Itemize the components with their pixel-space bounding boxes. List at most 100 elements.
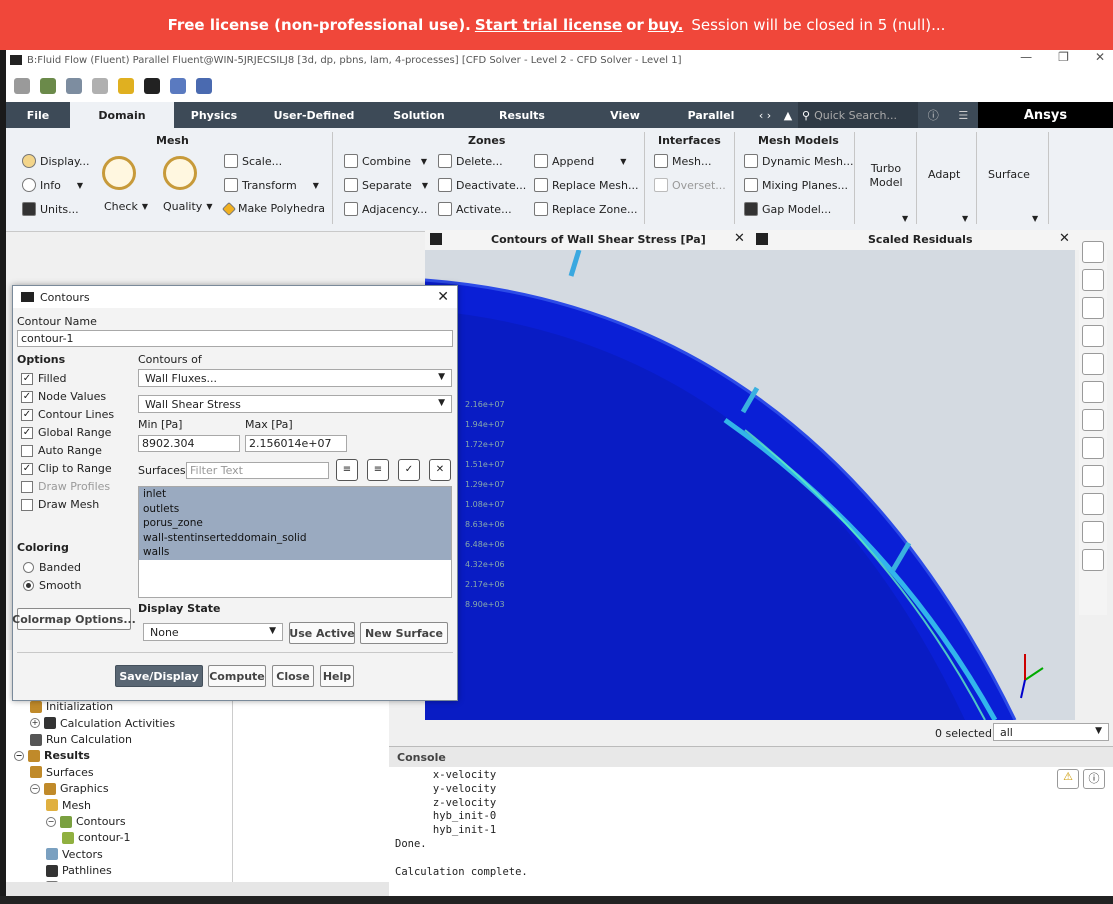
select-icon[interactable] [1082,549,1104,571]
option-global-range-checkbox[interactable]: ✓ Global Range [21,426,111,439]
checkbox-box[interactable]: ✓ [21,390,33,403]
quick-search-input[interactable]: Quick Search... [814,109,897,122]
tree-node-contours[interactable]: − Contours [46,815,126,828]
info-circle-icon[interactable]: ⓘ [928,107,939,123]
adapt-button[interactable]: Adapt [928,168,960,181]
collapse-ribbon-icon[interactable]: ▲ [778,102,798,128]
checkbox-box[interactable] [21,444,33,457]
tree-node-mesh[interactable]: Mesh [46,799,91,812]
read-icon[interactable] [40,78,56,94]
use-active-button[interactable]: Use Active [289,622,355,644]
replace-mesh-button[interactable]: Replace Mesh... [534,178,638,192]
delete-zone-button[interactable]: Delete... [438,154,503,168]
new-surface-button[interactable]: New Surface [360,622,448,644]
surface-dropdown-icon[interactable]: ▼ [1032,214,1038,223]
checkbox-box[interactable]: ✓ [21,372,33,385]
tab-domain[interactable]: Domain [70,102,174,128]
checkbox-box[interactable]: ✓ [21,408,33,421]
quick-search[interactable]: ⚲ Quick Search... [798,102,918,128]
tree-node-run-calculation[interactable]: Run Calculation [30,733,132,746]
append-button[interactable]: Append ▼ [534,154,626,168]
interfaces-mesh-button[interactable]: Mesh... [654,154,711,168]
checkbox-box[interactable]: ✓ [21,462,33,475]
tree-node-pathlines[interactable]: Pathlines [46,864,112,877]
option-contour-lines-checkbox[interactable]: ✓ Contour Lines [21,408,114,421]
axes-icon[interactable] [1082,409,1104,431]
deselect-surfaces-icon[interactable]: ✕ [429,459,451,481]
select-all-surfaces-icon[interactable]: ≡ [336,459,358,481]
tab-scaled-residuals[interactable]: Scaled Residuals [868,233,973,246]
tree-node-initialization[interactable]: Initialization [30,700,113,713]
compute-button[interactable]: Compute [208,665,266,687]
notes-icon[interactable]: ☰ [958,109,968,122]
surface-list-item[interactable]: walls [139,545,451,560]
tab-contours-wall-shear[interactable]: Contours of Wall Shear Stress [Pa] [491,233,706,246]
tab-parallel[interactable]: Parallel [670,102,752,128]
console-output[interactable]: x-velocity y-velocity z-velocity hyb_ini… [389,767,1113,881]
coloring-smooth-radio[interactable]: Smooth [23,579,81,592]
contour-name-field[interactable]: contour-1 [17,330,453,347]
buy-link[interactable]: buy. [648,16,684,34]
tab-solution[interactable]: Solution [374,102,464,128]
pan-view-icon[interactable] [1082,269,1104,291]
start-trial-link[interactable]: Start trial license [475,16,622,34]
tab-physics[interactable]: Physics [174,102,254,128]
replace-zone-button[interactable]: Replace Zone... [534,202,638,216]
mesh-scale-button[interactable]: Scale... [224,154,282,168]
contours-of-variable-dropdown[interactable]: Wall Shear Stress ▼ [138,395,452,413]
surface-button[interactable]: Surface [988,168,1030,181]
surface-list-item[interactable]: porus_zone [139,516,451,531]
min-value-field[interactable]: 8902.304 [138,435,240,452]
checkbox-box[interactable] [21,480,33,493]
tab-view[interactable]: View [580,102,670,128]
list-surfaces-icon[interactable]: ≡ [367,459,389,481]
rotate-view-icon[interactable] [1082,241,1104,263]
dynamic-mesh-button[interactable]: Dynamic Mesh... [744,154,853,168]
surfaces-list[interactable]: inlet outlets porus_zone wall-stentinserted… [138,486,452,598]
tab-file[interactable]: File [6,102,70,128]
activate-button[interactable]: Activate... [438,202,512,216]
tree-node-calculation-activities[interactable]: + Calculation Activities [30,717,175,730]
gap-model-button[interactable]: Gap Model... [744,202,831,216]
moe-icon[interactable] [196,78,212,94]
tab-results[interactable]: Results [464,102,580,128]
coloring-banded-radio[interactable]: Banded [23,561,81,574]
restore-button[interactable]: ❐ [1058,50,1069,64]
surface-list-item[interactable]: wall-stentinserteddomain_solid [139,530,451,546]
colormap-options-button[interactable]: Colormap Options... [12,608,136,630]
tree-node-results[interactable]: − Results [14,749,90,762]
option-filled-checkbox[interactable]: ✓ Filled [21,372,66,385]
graphics-viewport[interactable]: 2.16e+07 1.94e+07 1.72e+07 1.51e+07 1.29e+07… [425,250,1075,720]
annotate-icon[interactable] [1082,465,1104,487]
option-draw-profiles-checkbox[interactable]: Draw Profiles [21,480,110,493]
tab-user-defined[interactable]: User-Defined [254,102,374,128]
dialog-close-icon[interactable]: ✕ [437,289,449,305]
hide-eye-icon[interactable] [1082,353,1104,375]
copy-icon[interactable] [1082,521,1104,543]
turbo-model-button[interactable]: Turbo Model [866,162,906,190]
open-icon[interactable] [14,78,30,94]
mesh-info-button[interactable]: Info ▼ [22,178,83,192]
parameters-icon[interactable] [170,78,186,94]
radio-circle[interactable] [23,580,34,591]
help-button[interactable]: Help [320,665,354,687]
zoom-view-icon[interactable] [1082,297,1104,319]
adjacency-button[interactable]: Adjacency... [344,202,427,216]
adapt-dropdown-icon[interactable]: ▼ [962,214,968,223]
info-icon[interactable]: ⓘ [1083,769,1105,789]
ribbon-nav-arrows[interactable]: ‹ › [752,102,778,128]
collapse-icon[interactable]: − [46,816,56,827]
overset-button[interactable]: Overset... [654,178,726,192]
mesh-transform-button[interactable]: Transform ▼ [224,178,319,192]
show-eye-icon[interactable] [1082,325,1104,347]
recycle-icon[interactable] [92,78,108,94]
collapse-icon[interactable]: − [30,783,40,794]
turbo-dropdown-icon[interactable]: ▼ [902,214,908,223]
surface-list-item[interactable]: inlet [139,487,451,502]
mesh-quality-button[interactable]: Quality ▼ [163,200,212,213]
checkbox-box[interactable]: ✓ [21,426,33,439]
mesh-display-button[interactable]: Display... [22,154,89,168]
display-state-dropdown[interactable]: None ▼ [143,623,283,641]
save-display-button[interactable]: Save/Display [115,665,203,687]
option-auto-range-checkbox[interactable]: Auto Range [21,444,102,457]
